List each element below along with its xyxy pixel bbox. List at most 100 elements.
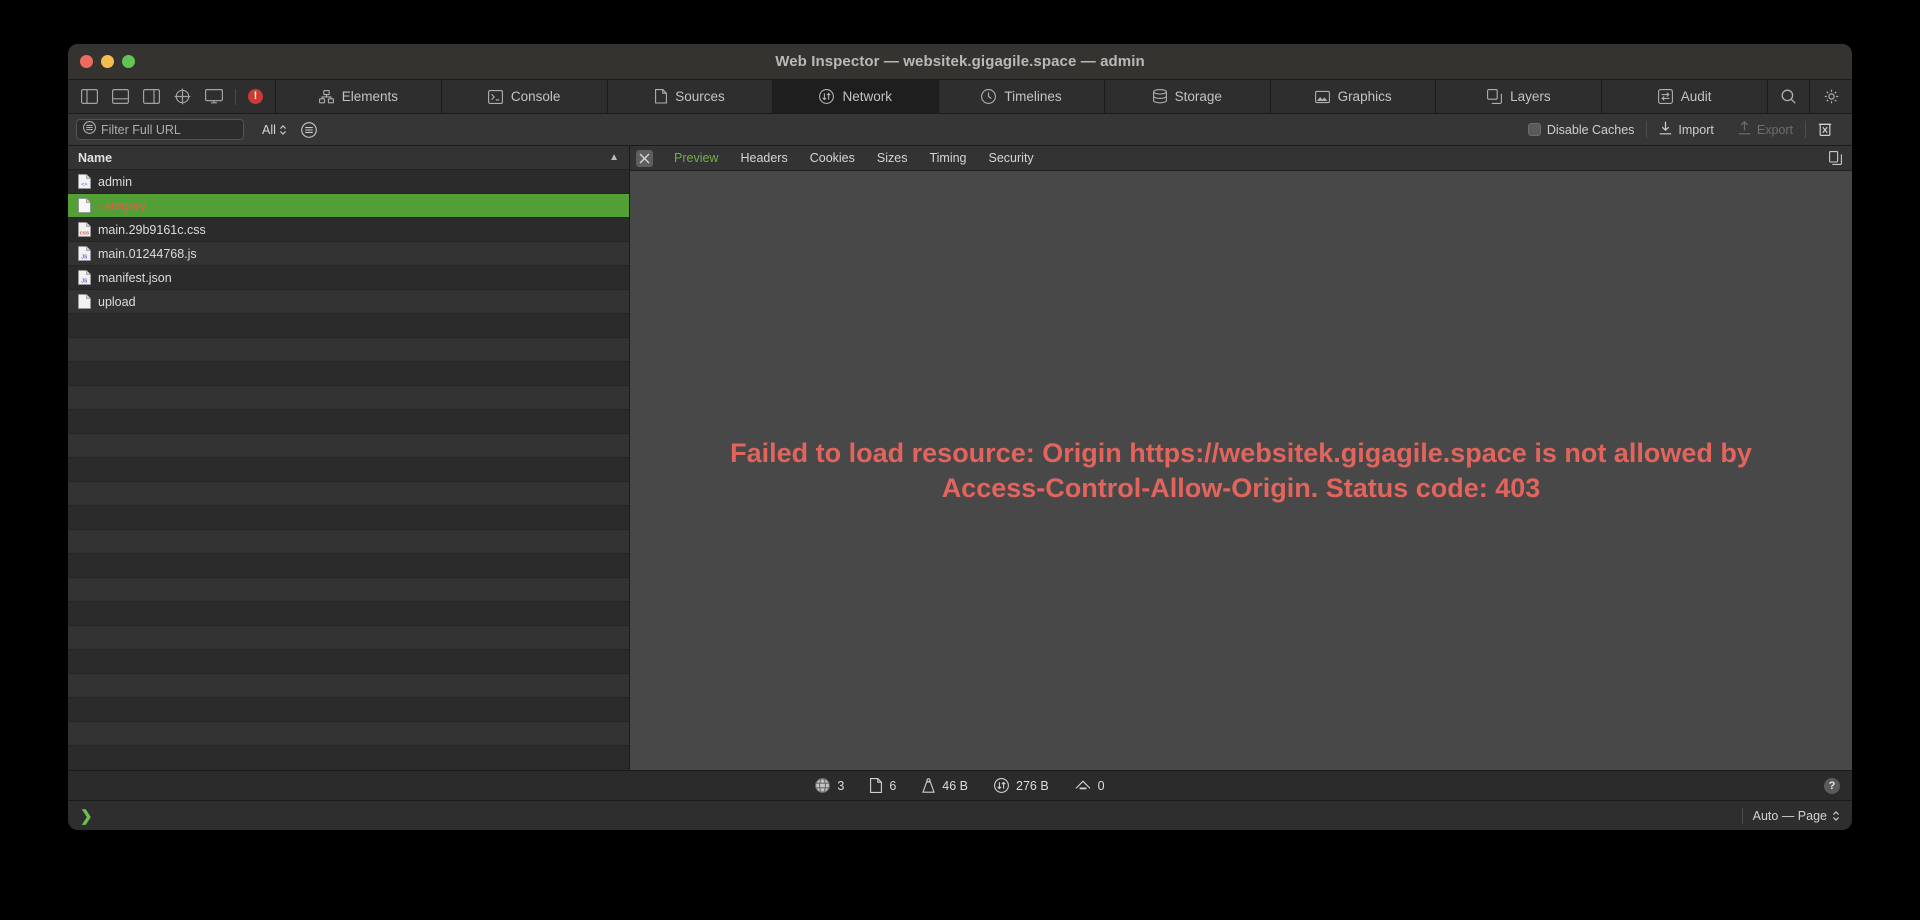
resource-type-select[interactable]: All (262, 123, 287, 137)
bottom-panel-icon[interactable] (111, 88, 130, 105)
empty-row (68, 386, 629, 410)
resource-column-header[interactable]: Name ▲ (68, 146, 629, 170)
database-icon (1152, 89, 1167, 104)
tab-timelines[interactable]: Timelines (939, 80, 1105, 113)
inspector-body: Name ▲ <> admin category CSS main.29b916… (68, 146, 1852, 770)
document-file-icon (78, 294, 91, 309)
filter-placeholder: Filter Full URL (101, 122, 181, 137)
empty-row (68, 722, 629, 746)
close-icon[interactable] (636, 149, 653, 167)
empty-row (68, 338, 629, 362)
empty-row (68, 362, 629, 386)
clear-network-button[interactable] (1806, 121, 1844, 139)
stat-cached: 0 (1075, 779, 1105, 793)
import-label: Import (1678, 122, 1714, 137)
tab-cookies[interactable]: Cookies (799, 146, 866, 171)
table-row[interactable]: JS manifest.json (68, 266, 629, 290)
document-icon (870, 778, 883, 793)
filter-settings-icon[interactable] (301, 121, 317, 138)
crosshair-icon[interactable] (173, 88, 192, 105)
tab-label: Graphics (1337, 89, 1392, 104)
tab-graphics[interactable]: Graphics (1270, 80, 1437, 113)
tab-label: Elements (341, 89, 399, 104)
empty-row (68, 482, 629, 506)
tab-headers[interactable]: Headers (729, 146, 798, 171)
close-window-button[interactable] (80, 55, 93, 68)
tab-storage[interactable]: Storage (1104, 80, 1271, 113)
stat-value: 276 B (1016, 778, 1049, 793)
tab-elements[interactable]: Elements (276, 80, 442, 113)
empty-row (68, 626, 629, 650)
tab-label: Network (842, 89, 892, 104)
tab-network[interactable]: Network (773, 80, 940, 113)
tab-layers[interactable]: Layers (1436, 80, 1603, 113)
empty-row (68, 506, 629, 530)
svg-text:JS: JS (81, 254, 88, 260)
resource-name: upload (98, 294, 136, 309)
error-message: Failed to load resource: Origin https://… (730, 437, 1752, 503)
tab-bar-actions (1768, 80, 1852, 113)
tab-label: Layers (1510, 89, 1551, 104)
empty-row (68, 698, 629, 722)
inspector-tabs: Elements Console Sources Network Timelin… (276, 80, 1769, 113)
svg-text:JS: JS (81, 278, 88, 284)
stat-value: 6 (889, 778, 897, 793)
help-button[interactable]: ? (1824, 777, 1840, 794)
transfer-icon (994, 778, 1009, 793)
resource-name: manifest.json (98, 270, 172, 285)
sort-indicator-icon: ▲ (609, 152, 619, 163)
right-sidebar-icon[interactable] (142, 88, 161, 105)
chevron-updown-icon (279, 124, 287, 136)
sources-icon (655, 89, 668, 104)
tab-preview[interactable]: Preview (663, 146, 729, 171)
export-icon (1738, 120, 1751, 138)
table-row[interactable]: JS main.01244768.js (68, 242, 629, 266)
copy-icon[interactable] (1829, 151, 1842, 165)
stat-value: 0 (1097, 778, 1105, 793)
table-row[interactable]: upload (68, 290, 629, 314)
disable-caches-checkbox[interactable] (1527, 123, 1541, 136)
tab-console[interactable]: Console (441, 80, 608, 113)
cache-icon (1075, 779, 1091, 792)
zoom-window-button[interactable] (122, 55, 135, 68)
tab-label: Console (510, 89, 561, 104)
error-badge[interactable]: ! (248, 89, 263, 104)
tab-sources[interactable]: Sources (607, 80, 774, 113)
empty-row (68, 602, 629, 626)
import-button[interactable]: Import (1647, 121, 1725, 138)
empty-row (68, 578, 629, 602)
resource-detail-panel: Preview Headers Cookies Sizes Timing Sec… (630, 146, 1852, 770)
table-row[interactable]: CSS main.29b9161c.css (68, 218, 629, 242)
layers-icon (1487, 89, 1503, 104)
export-label: Export (1756, 122, 1793, 137)
globe-icon (815, 778, 831, 793)
tab-sizes[interactable]: Sizes (866, 146, 919, 171)
js-file-icon: JS (78, 246, 91, 261)
tab-label: Audit (1680, 89, 1712, 104)
table-row[interactable]: <> admin (68, 170, 629, 194)
console-prompt-icon[interactable]: ❯ (80, 807, 93, 825)
detail-tab-bar: Preview Headers Cookies Sizes Timing Sec… (630, 146, 1852, 171)
filter-input[interactable]: Filter Full URL (76, 119, 244, 140)
tab-label: Timelines (1004, 89, 1062, 104)
execution-context-select[interactable]: Auto — Page (1753, 809, 1840, 823)
search-icon[interactable] (1768, 80, 1810, 113)
chevron-updown-icon (1832, 810, 1840, 822)
tab-audit[interactable]: Audit (1602, 80, 1769, 113)
tab-security[interactable]: Security (978, 146, 1045, 171)
js-file-icon: JS (78, 270, 91, 285)
preview-content: Failed to load resource: Origin https://… (630, 171, 1852, 770)
disable-caches-toggle[interactable]: Disable Caches (1516, 123, 1647, 137)
gear-icon[interactable] (1810, 80, 1852, 113)
resource-name: admin (98, 174, 133, 189)
image-icon (1314, 90, 1330, 104)
export-button[interactable]: Export (1726, 120, 1805, 138)
minimize-window-button[interactable] (101, 55, 114, 68)
resource-type-value: All (262, 122, 276, 137)
empty-row (68, 530, 629, 554)
left-sidebar-icon[interactable] (80, 88, 99, 105)
table-row[interactable]: category (68, 194, 629, 218)
tab-timing[interactable]: Timing (918, 146, 977, 171)
display-icon[interactable] (204, 88, 223, 105)
stat-size: 46 B (922, 778, 968, 793)
